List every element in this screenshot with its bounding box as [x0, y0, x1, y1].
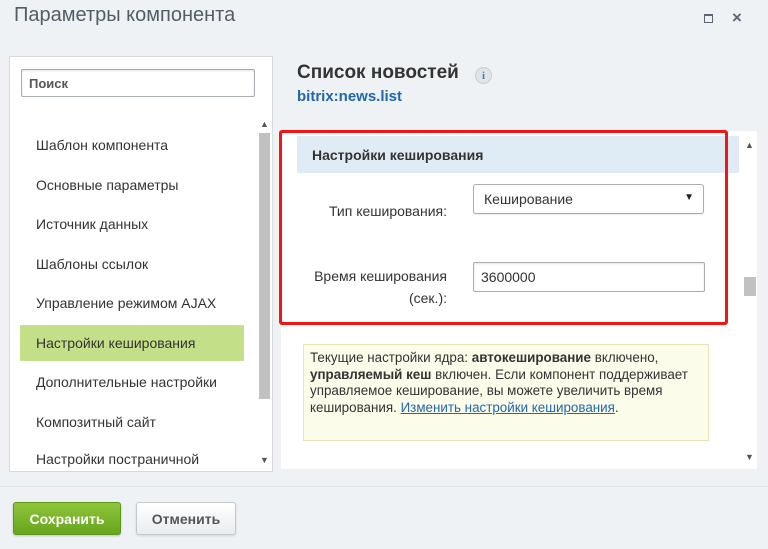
main-scrollbar[interactable]: ▲ ▼	[742, 134, 756, 467]
sidebar-item-main-params[interactable]: Основные параметры	[20, 167, 244, 203]
sidebar-item-data-source[interactable]: Источник данных	[20, 206, 244, 242]
sidebar-item-link-templates[interactable]: Шаблоны ссылок	[20, 246, 244, 282]
cache-time-unit-label: (сек.):	[408, 290, 447, 306]
sidebar-item-ajax[interactable]: Управление режимом AJAX	[20, 285, 244, 321]
cache-time-label: Время кеширования	[314, 268, 447, 284]
cache-type-select[interactable]: Кеширование ▼	[473, 184, 704, 214]
note-text: .	[614, 399, 619, 415]
sidebar-item-pagination[interactable]: Настройки постраничной	[20, 443, 244, 471]
sidebar-item-additional[interactable]: Дополнительные настройки	[20, 364, 244, 400]
sidebar: Шаблон компонента Основные параметры Ист…	[9, 56, 273, 472]
component-code: bitrix:news.list	[297, 88, 403, 105]
dialog-title: Параметры компонента	[14, 4, 236, 26]
sidebar-scrollbar[interactable]: ▲ ▼	[257, 115, 272, 471]
sidebar-nav: Шаблон компонента Основные параметры Ист…	[10, 113, 254, 471]
note-text: Текущие настройки ядра:	[310, 350, 472, 365]
cache-type-label: Тип кеширования:	[328, 203, 447, 219]
sidebar-item-composite[interactable]: Композитный сайт	[20, 404, 244, 440]
note-text: включено,	[590, 350, 659, 365]
cache-type-value: Кеширование	[484, 191, 573, 207]
note-bold-managed-cache: управляемый кеш	[310, 366, 432, 382]
component-title: Список новостей	[297, 62, 459, 83]
sidebar-item-template[interactable]: Шаблон компонента	[20, 127, 244, 163]
scroll-up-arrow-icon[interactable]: ▲	[744, 140, 755, 150]
info-icon[interactable]: i	[475, 67, 492, 84]
cache-time-input[interactable]	[473, 262, 705, 292]
scroll-down-arrow-icon[interactable]: ▼	[744, 452, 755, 462]
dialog-header: Параметры компонента ×	[0, 0, 768, 40]
dropdown-arrow-icon: ▼	[684, 192, 694, 203]
scrollbar-thumb[interactable]	[744, 277, 756, 296]
scrollbar-thumb[interactable]	[259, 133, 270, 399]
scroll-down-arrow-icon[interactable]: ▼	[260, 455, 269, 465]
cache-info-note: Текущие настройки ядра: автокеширование …	[303, 344, 709, 441]
close-icon[interactable]: ×	[729, 8, 745, 27]
note-bold-autocache: автокеширование	[471, 350, 591, 365]
sidebar-item-caching[interactable]: Настройки кеширования	[20, 325, 244, 361]
section-header: Настройки кеширования	[297, 136, 739, 173]
cancel-button[interactable]: Отменить	[136, 502, 236, 535]
sidebar-panel: Шаблон компонента Основные параметры Ист…	[10, 57, 272, 471]
save-button[interactable]: Сохранить	[13, 502, 121, 535]
search-input[interactable]	[21, 69, 255, 97]
scroll-up-arrow-icon[interactable]: ▲	[260, 119, 269, 129]
maximize-icon[interactable]	[700, 10, 716, 26]
change-cache-settings-link[interactable]: Изменить настройки кеширования	[401, 400, 615, 415]
